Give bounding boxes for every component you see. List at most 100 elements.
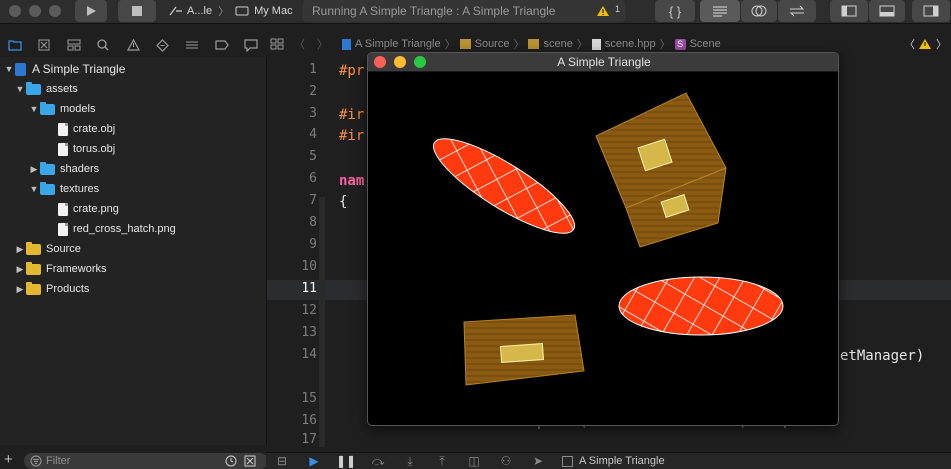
breadcrumb-source[interactable]: Source — [475, 38, 510, 50]
navigator-toggle-icon — [841, 5, 857, 17]
curly-braces-icon: { } — [668, 3, 682, 19]
utilities-toggle-button[interactable] — [912, 0, 950, 22]
disclosure-right-icon[interactable]: ▶ — [28, 164, 40, 175]
tree-item-torus-obj[interactable]: torus.obj — [58, 139, 115, 159]
warning-icon[interactable] — [596, 5, 610, 17]
code-include: #ir — [339, 107, 365, 123]
find-navigator-tab[interactable] — [89, 34, 119, 56]
tree-item-red-cross-hatch-png[interactable]: red_cross_hatch.png — [58, 219, 176, 239]
breadcrumb-symbol[interactable]: Scene — [690, 38, 721, 50]
recent-files-icon[interactable] — [225, 455, 237, 467]
memory-graph-icon[interactable]: ⚇ — [490, 454, 522, 468]
tree-item-crate-png[interactable]: crate.png — [58, 199, 119, 219]
back-icon[interactable]: 〈 — [294, 36, 305, 52]
debug-area-toggle-icon — [879, 5, 895, 17]
location-icon[interactable]: ➤ — [522, 454, 554, 468]
disclosure-down-icon[interactable]: ▼ — [28, 104, 40, 114]
breadcrumb-project[interactable]: A Simple Triangle — [355, 38, 441, 50]
version-editor-button[interactable] — [778, 0, 816, 22]
line-number: 7 — [309, 193, 317, 208]
issues-back-icon[interactable]: 〈 — [904, 36, 915, 52]
breadcrumb-file[interactable]: scene.hpp — [605, 38, 656, 50]
issue-navigator-tab[interactable] — [118, 34, 148, 56]
tree-item-source[interactable]: ▶ Source — [14, 239, 81, 259]
editor-assistant-button[interactable] — [741, 0, 777, 22]
forward-icon[interactable]: 〉 — [317, 36, 328, 52]
tree-item-textures[interactable]: ▼ textures — [28, 179, 99, 199]
line-number: 3 — [309, 106, 317, 121]
editor-assistant-icon — [751, 5, 767, 17]
breadcrumb-scene-folder[interactable]: scene — [543, 38, 572, 50]
disclosure-down-icon[interactable]: ▼ — [3, 64, 15, 74]
view-hierarchy-icon[interactable]: ◫ — [458, 454, 490, 468]
app-minimize-button[interactable] — [394, 56, 406, 68]
disclosure-right-icon[interactable]: ▶ — [14, 264, 26, 275]
hide-debug-area-icon[interactable]: ⊟ — [266, 454, 298, 468]
tree-item-frameworks[interactable]: ▶ Frameworks — [14, 259, 107, 279]
tree-item-label: crate.obj — [73, 123, 116, 135]
window-minimize-button[interactable] — [29, 5, 41, 17]
window-close-button[interactable] — [9, 5, 21, 17]
tree-item-label: Frameworks — [46, 263, 107, 275]
tree-item-label: red_cross_hatch.png — [73, 223, 176, 235]
app-window[interactable]: A Simple Triangle — [367, 52, 839, 426]
tree-item-crate-obj[interactable]: crate.obj — [58, 119, 115, 139]
line-number: 5 — [309, 149, 317, 164]
breakpoints-toggle-icon[interactable]: ▶ — [298, 454, 330, 468]
stop-button[interactable] — [118, 0, 156, 22]
line-number: 1 — [309, 62, 317, 77]
pause-icon[interactable]: ❚❚ — [330, 454, 362, 468]
file-icon — [58, 122, 68, 136]
test-navigator-tab[interactable] — [148, 34, 178, 56]
app-close-button[interactable] — [374, 56, 386, 68]
source-control-filter-icon[interactable] — [244, 455, 256, 467]
app-zoom-button[interactable] — [414, 56, 426, 68]
line-number: 13 — [301, 325, 317, 340]
project-navigator-tab[interactable] — [0, 34, 30, 56]
disclosure-right-icon[interactable]: ▶ — [14, 284, 26, 295]
debug-area-toggle-button[interactable] — [869, 0, 905, 22]
symbol-navigator-tab[interactable] — [59, 34, 89, 56]
step-over-icon[interactable]: ⤼ — [362, 454, 394, 469]
scheme-app-icon — [169, 6, 182, 16]
crate-model — [595, 92, 727, 248]
run-button[interactable] — [75, 0, 107, 22]
window-zoom-button[interactable] — [49, 5, 61, 17]
debug-navigator-tab[interactable] — [177, 34, 207, 56]
scheme-selector[interactable]: A...le 〉 My Mac — [164, 0, 298, 22]
tree-item-shaders[interactable]: ▶ shaders — [28, 159, 99, 179]
disclosure-down-icon[interactable]: ▼ — [14, 84, 26, 94]
chevron-right-icon: 〉 — [444, 39, 456, 51]
folder-icon — [26, 81, 41, 95]
mac-icon — [235, 6, 249, 15]
line-number: 6 — [309, 171, 317, 186]
filter-field[interactable]: Filter — [24, 453, 268, 469]
file-icon — [58, 142, 68, 156]
tree-item-assets[interactable]: ▼ assets — [14, 79, 78, 99]
breakpoint-navigator-tab[interactable] — [207, 34, 237, 56]
related-items-icon[interactable] — [270, 38, 284, 50]
tree-project-row[interactable]: ▼ A Simple Triangle — [3, 59, 126, 79]
target-checkbox[interactable] — [562, 455, 573, 467]
app-window-titlebar[interactable]: A Simple Triangle — [368, 53, 838, 72]
render-viewport[interactable] — [368, 73, 839, 426]
warning-icon[interactable] — [918, 38, 932, 50]
source-control-navigator-tab[interactable] — [30, 34, 60, 56]
tree-item-models[interactable]: ▼ models — [28, 99, 95, 119]
disclosure-down-icon[interactable]: ▼ — [28, 184, 40, 194]
navigator-filter-bar: + Filter — [0, 451, 268, 469]
disclosure-right-icon[interactable]: ▶ — [14, 244, 26, 255]
line-number: 16 — [301, 413, 317, 428]
issues-forward-icon[interactable]: 〉 — [936, 36, 947, 52]
line-number: 17 — [301, 432, 317, 447]
tree-item-products[interactable]: ▶ Products — [14, 279, 89, 299]
step-into-icon[interactable]: ⤓ — [394, 454, 426, 469]
add-icon[interactable]: + — [4, 451, 13, 468]
tree-item-label: crate.png — [73, 203, 119, 215]
folder-icon — [40, 181, 55, 195]
library-button[interactable]: { } — [655, 0, 695, 22]
report-navigator-tab[interactable] — [237, 34, 267, 56]
navigator-toggle-button[interactable] — [830, 0, 868, 22]
step-out-icon[interactable]: ⤒ — [426, 454, 458, 469]
editor-standard-button[interactable] — [700, 0, 740, 22]
